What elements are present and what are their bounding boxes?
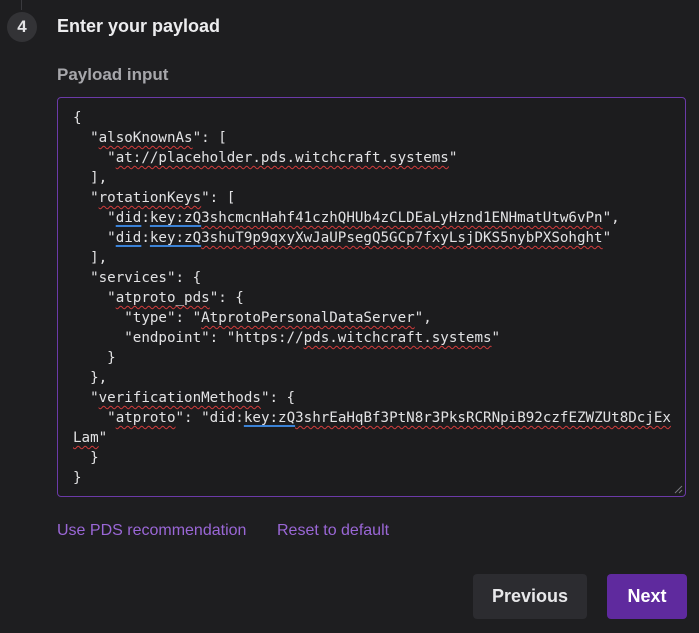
next-button[interactable]: Next: [607, 574, 687, 619]
resize-grip-icon[interactable]: [674, 485, 683, 494]
step-panel: 4 Enter your payload Payload input { "al…: [0, 0, 699, 633]
step-title: Enter your payload: [57, 16, 221, 36]
use-pds-recommendation-link[interactable]: Use PDS recommendation: [57, 522, 246, 540]
payload-input-label: Payload input: [57, 65, 169, 84]
step-connector: [21, 0, 22, 10]
payload-textarea[interactable]: { "alsoKnownAs": [ "at://placeholder.pds…: [57, 97, 686, 497]
step-number-badge: 4: [7, 12, 37, 42]
reset-to-default-link[interactable]: Reset to default: [277, 522, 389, 540]
payload-json[interactable]: { "alsoKnownAs": [ "at://placeholder.pds…: [73, 108, 677, 488]
previous-button[interactable]: Previous: [473, 574, 587, 619]
